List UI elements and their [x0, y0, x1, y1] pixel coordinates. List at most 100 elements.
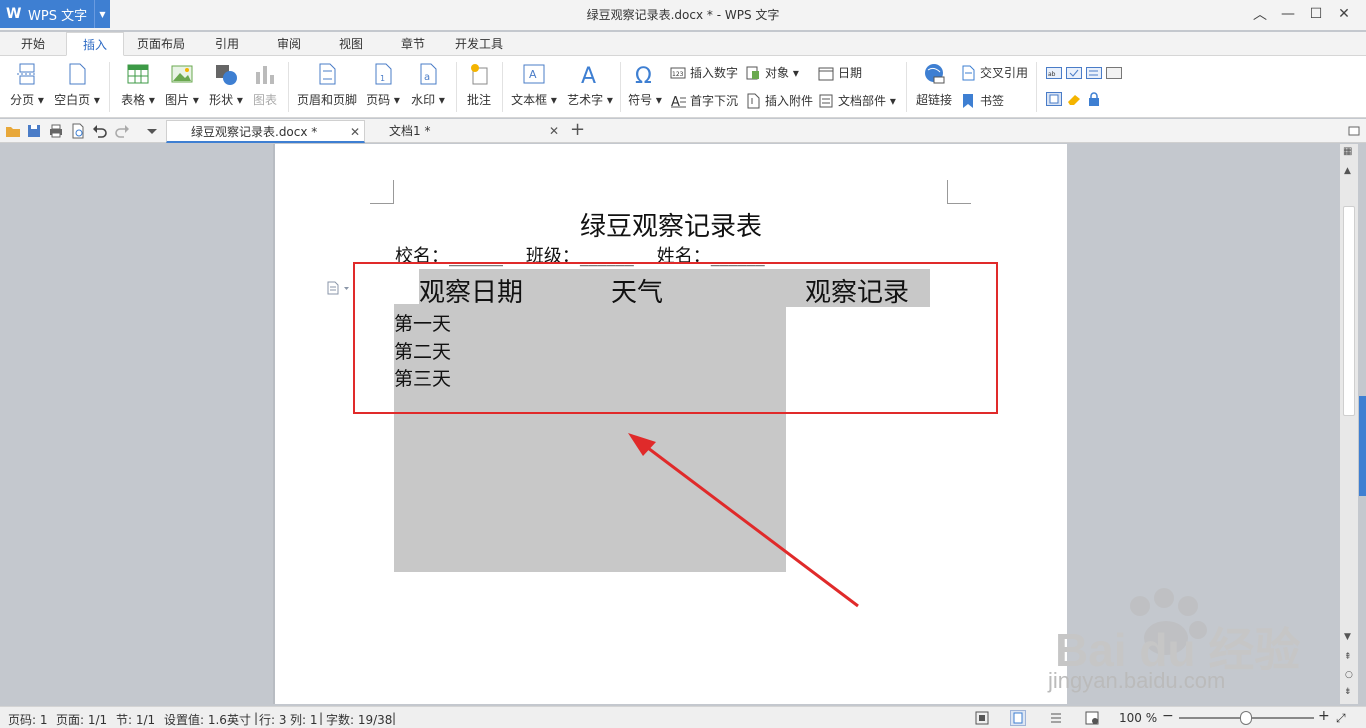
- object-button[interactable]: 对象 ▾: [745, 64, 799, 81]
- page-break-button[interactable]: 分页 ▾: [8, 56, 46, 108]
- textbox-button[interactable]: A 文本框 ▾: [510, 56, 558, 108]
- symbol-button[interactable]: Ω 符号 ▾: [626, 56, 664, 108]
- zoom-in-icon[interactable]: +: [1318, 708, 1330, 724]
- save-icon[interactable]: [26, 123, 42, 139]
- status-section: 节: 1/1: [116, 713, 156, 727]
- date-button[interactable]: 日期: [818, 64, 862, 81]
- undo-icon[interactable]: [92, 123, 108, 139]
- app-dropdown-icon[interactable]: ▼: [94, 0, 110, 28]
- table-button[interactable]: 表格 ▾: [118, 56, 158, 108]
- status-column: 列: 1: [290, 713, 318, 727]
- form-properties-icon[interactable]: [1106, 66, 1122, 80]
- page-number-button[interactable]: 1 页码 ▾: [364, 56, 402, 108]
- minimize-doc-icon[interactable]: [1346, 123, 1362, 139]
- doc-tab-active[interactable]: 绿豆观察记录表.docx * ✕: [166, 120, 365, 143]
- doc-parts-button[interactable]: 文档部件 ▾: [818, 92, 896, 109]
- hyperlink-button[interactable]: 超链接: [914, 56, 954, 108]
- tab-developer[interactable]: 开发工具: [448, 32, 510, 56]
- status-word-count[interactable]: 字数: 19/38: [326, 711, 392, 728]
- zoom-slider-handle[interactable]: [1240, 711, 1252, 725]
- statusbar-expand-icon[interactable]: ⤢: [1336, 711, 1346, 726]
- svg-text:1: 1: [380, 74, 385, 83]
- outline-view-icon[interactable]: [1048, 710, 1064, 726]
- scroll-down-icon[interactable]: ▼: [1344, 632, 1351, 642]
- calendar-icon: [818, 65, 834, 81]
- print-icon[interactable]: [48, 123, 64, 139]
- form-shading-icon[interactable]: [1046, 92, 1062, 106]
- chart-icon: [253, 62, 277, 86]
- cross-reference-icon: [960, 65, 976, 81]
- new-tab-icon[interactable]: +: [570, 121, 586, 139]
- svg-text:123: 123: [672, 71, 684, 78]
- app-menu-button[interactable]: W WPS 文字 ▼: [0, 0, 110, 28]
- form-checkbox-icon[interactable]: [1066, 66, 1082, 80]
- browse-object-icon[interactable]: ○: [1345, 670, 1353, 680]
- page-break-label: 分页: [10, 93, 35, 107]
- insert-ribbon: 分页 ▾ 空白页 ▾ 表格 ▾ 图片 ▾ 形状 ▾ 图表 页眉和页脚 1 页码 …: [0, 56, 1366, 118]
- web-view-icon[interactable]: [1084, 710, 1100, 726]
- status-wc-sep: |: [392, 711, 397, 725]
- doc-tab-label: 绿豆观察记录表.docx *: [191, 125, 318, 139]
- tab-references[interactable]: 引用: [202, 32, 252, 56]
- form-dropdown-icon[interactable]: [1086, 66, 1102, 80]
- scroll-split-icon[interactable]: ▦: [1343, 146, 1352, 157]
- prev-page-icon[interactable]: ⇞: [1344, 652, 1352, 662]
- app-name: WPS 文字: [28, 8, 88, 24]
- bookmark-icon: [960, 93, 976, 109]
- insert-attachment-button[interactable]: 插入附件: [745, 92, 813, 109]
- side-panel-toggle[interactable]: [1359, 396, 1366, 496]
- customize-toolbar-icon[interactable]: [144, 123, 160, 139]
- comment-button[interactable]: 批注: [464, 56, 494, 108]
- page-view-icon[interactable]: [1010, 710, 1026, 726]
- blank-page-button[interactable]: 空白页 ▾: [52, 56, 102, 108]
- scrollbar-thumb[interactable]: [1343, 206, 1355, 416]
- tab-section[interactable]: 章节: [388, 32, 438, 56]
- eraser-icon[interactable]: [1066, 92, 1082, 106]
- table-icon: [126, 62, 150, 86]
- chart-button[interactable]: 图表: [250, 56, 280, 108]
- next-page-icon[interactable]: ⇟: [1344, 687, 1352, 697]
- lock-icon[interactable]: [1086, 92, 1102, 106]
- drop-cap-label: 首字下沉: [690, 94, 739, 108]
- doc-tab[interactable]: 文档1 * ✕: [365, 120, 565, 143]
- drop-cap-button[interactable]: A 首字下沉: [670, 92, 739, 110]
- header-footer-button[interactable]: 页眉和页脚: [296, 56, 358, 108]
- scroll-up-icon[interactable]: ▲: [1344, 166, 1351, 176]
- maximize-icon[interactable]: ☐: [1302, 4, 1330, 24]
- status-setting: 设置值: 1.6英寸: [164, 713, 251, 727]
- collapse-ribbon-icon[interactable]: ︿: [1246, 4, 1274, 24]
- wordart-button[interactable]: A 艺术字 ▾: [566, 56, 614, 108]
- blank-page-icon: [65, 62, 89, 86]
- minimize-icon[interactable]: —: [1274, 4, 1302, 24]
- form-textfield-icon[interactable]: ab: [1046, 66, 1062, 80]
- svg-text:Ω: Ω: [635, 64, 652, 86]
- wordart-label: 艺术字: [567, 93, 604, 107]
- redo-icon[interactable]: [114, 123, 130, 139]
- close-icon[interactable]: ✕: [1330, 4, 1358, 24]
- tab-insert[interactable]: 插入: [66, 32, 124, 56]
- tab-page-layout[interactable]: 页面布局: [128, 32, 194, 56]
- zoom-out-icon[interactable]: −: [1162, 708, 1174, 724]
- tab-close-icon[interactable]: ✕: [350, 121, 360, 143]
- bookmark-button[interactable]: 书签: [960, 92, 1004, 109]
- tab-view[interactable]: 视图: [326, 32, 376, 56]
- zoom-level[interactable]: 100 %: [1119, 711, 1157, 725]
- cross-reference-button[interactable]: 交叉引用: [960, 64, 1028, 81]
- watermark-button[interactable]: a 水印 ▾: [408, 56, 448, 108]
- object-label: 对象: [765, 66, 790, 80]
- shape-button[interactable]: 形状 ▾: [206, 56, 246, 108]
- picture-button[interactable]: 图片 ▾: [162, 56, 202, 108]
- chart-label: 图表: [252, 93, 277, 107]
- ribbon-divider: [288, 62, 289, 112]
- svg-text:A: A: [529, 68, 537, 81]
- insert-number-button[interactable]: 123 插入数字: [670, 64, 738, 81]
- open-folder-icon[interactable]: [5, 123, 21, 139]
- tab-review[interactable]: 审阅: [264, 32, 314, 56]
- tab-home[interactable]: 开始: [8, 32, 58, 56]
- paragraph-menu-icon[interactable]: [327, 281, 351, 295]
- tab-close-icon[interactable]: ✕: [549, 120, 559, 142]
- fullscreen-view-icon[interactable]: [974, 710, 990, 726]
- hyperlink-icon: [922, 62, 946, 86]
- drop-cap-icon: A: [670, 93, 686, 110]
- print-preview-icon[interactable]: [70, 123, 86, 139]
